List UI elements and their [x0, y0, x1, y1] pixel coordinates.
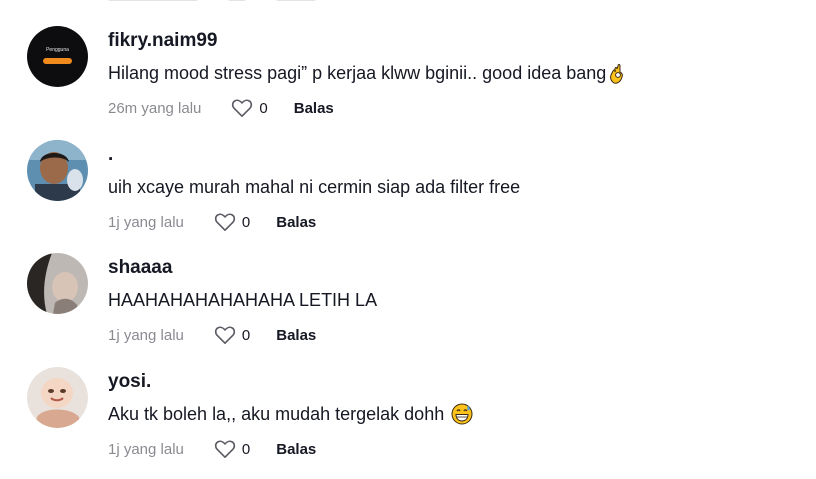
avatar[interactable]	[27, 253, 88, 314]
like-count: 0	[241, 213, 251, 231]
reply-button[interactable]: Balas	[276, 327, 316, 344]
comment-item: yosi. Aku tk boleh la,, aku mudah tergel…	[0, 367, 816, 479]
reply-button[interactable]: Balas	[276, 214, 316, 231]
comment-text-body: Hilang mood stress pagi” p kerjaa klww b…	[108, 63, 607, 83]
comment-text: uih xcaye murah mahal ni cermin siap ada…	[108, 176, 520, 198]
avatar-caption: Pengguna	[46, 47, 69, 53]
comment-meta: 1j yang lalu 0 Balas	[108, 324, 316, 346]
like-count: 0	[259, 99, 268, 117]
like-button[interactable]: 0	[214, 212, 250, 232]
comment-username[interactable]: shaaaa	[108, 257, 172, 279]
heart-icon	[232, 99, 253, 117]
avatar[interactable]	[27, 367, 88, 428]
comment-meta: 26m yang lalu 0 Balas	[108, 97, 334, 119]
comment-timestamp: 1j yang lalu	[108, 213, 184, 231]
comment-text-body: Aku tk boleh la,, aku mudah tergelak doh…	[108, 404, 445, 424]
comment-username[interactable]: yosi.	[108, 371, 151, 393]
comment-text-body: uih xcaye murah mahal ni cermin siap ada…	[108, 177, 521, 197]
previous-comment-meta-cutoff	[108, 0, 368, 3]
heart-icon	[214, 213, 236, 231]
like-button[interactable]: 0	[231, 98, 268, 118]
comment-username[interactable]: .	[108, 144, 113, 166]
comment-text: HAAHAHAHAHAHAHA LETIH LA	[108, 289, 377, 311]
comment-timestamp: 1j yang lalu	[108, 326, 184, 344]
comment-timestamp: 26m yang lalu	[108, 99, 202, 117]
avatar[interactable]: Pengguna	[27, 26, 88, 87]
comment-meta: 1j yang lalu 0 Balas	[108, 438, 316, 460]
ok-hand-emoji	[608, 62, 628, 84]
comment-item: Pengguna fikry.naim99 Hilang mood stress…	[0, 26, 816, 138]
comment-text: Aku tk boleh la,, aku mudah tergelak doh…	[108, 403, 473, 425]
grinning-sweat-emoji	[451, 403, 473, 425]
like-button[interactable]: 0	[214, 325, 250, 345]
comment-username[interactable]: fikry.naim99	[108, 30, 217, 52]
reply-button[interactable]: Balas	[294, 100, 334, 117]
comment-meta: 1j yang lalu 0 Balas	[108, 211, 316, 233]
heart-icon	[214, 326, 236, 344]
like-count: 0	[241, 440, 251, 458]
comment-text-body: HAAHAHAHAHAHAHA LETIH LA	[108, 290, 378, 310]
like-count: 0	[241, 326, 251, 344]
heart-icon	[214, 440, 236, 458]
comment-item: shaaaa HAAHAHAHAHAHAHA LETIH LA 1j yang …	[0, 253, 816, 365]
comment-timestamp: 1j yang lalu	[108, 440, 184, 458]
reply-button[interactable]: Balas	[276, 441, 316, 458]
comment-item: . uih xcaye murah mahal ni cermin siap a…	[0, 140, 816, 252]
like-button[interactable]: 0	[214, 439, 250, 459]
comment-text: Hilang mood stress pagi” p kerjaa klww b…	[108, 62, 628, 84]
avatar[interactable]	[27, 140, 88, 201]
